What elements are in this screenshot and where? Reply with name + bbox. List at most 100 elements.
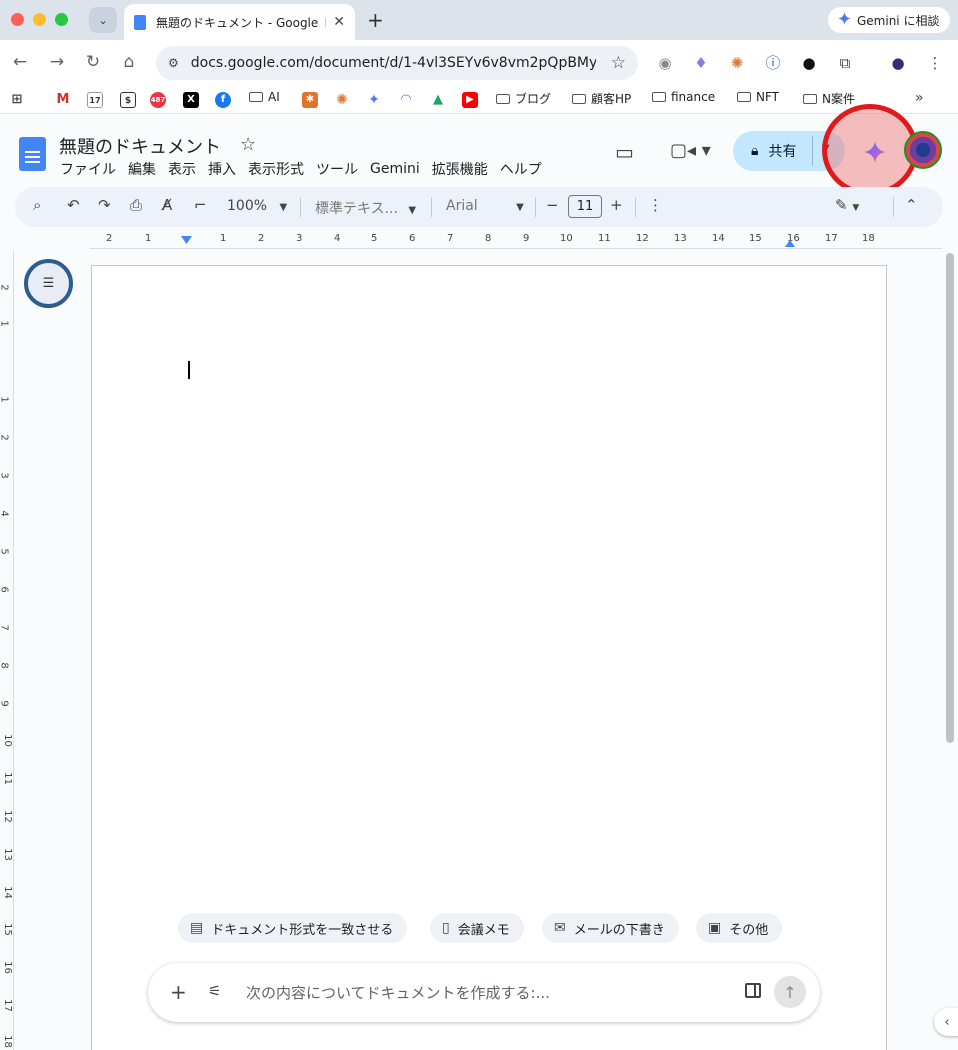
editing-mode-pencil-icon[interactable]: ✎ ▼ xyxy=(835,196,859,214)
font-select[interactable]: Arial ▼ xyxy=(446,198,524,214)
add-icon[interactable]: + xyxy=(170,980,187,1004)
style-select[interactable]: 標準テキス... ▼ xyxy=(315,198,416,218)
extensions-puzzle-icon[interactable]: ⧉ xyxy=(836,54,854,72)
extension-feather-icon[interactable]: ♦ xyxy=(692,54,710,72)
side-panel-icon[interactable] xyxy=(745,983,761,998)
password-manager-icon[interactable]: ⓘ xyxy=(764,54,782,72)
gemini-sidebar-button[interactable] xyxy=(858,135,892,169)
gemini-consult-button[interactable]: Gemini に相談 xyxy=(828,7,950,33)
folder-icon xyxy=(496,94,510,104)
minimize-window-button[interactable] xyxy=(33,13,46,26)
prompt-input[interactable]: 次の内容についてドキュメントを作成する:... xyxy=(246,982,550,1003)
tune-settings-icon[interactable]: ⚟ xyxy=(208,982,221,1000)
bookmark-folder-nft[interactable]: NFT xyxy=(737,90,779,110)
account-avatar[interactable] xyxy=(904,131,942,169)
menu-view[interactable]: 表示 xyxy=(168,159,196,179)
match-format-chip[interactable]: ▤ ドキュメント形式を一致させる xyxy=(178,913,408,943)
undo-icon[interactable]: ↶ xyxy=(67,196,80,214)
text-cursor xyxy=(188,361,190,379)
new-tab-button[interactable]: + xyxy=(367,8,384,32)
tab-search-button[interactable]: ⌄ xyxy=(89,7,117,33)
home-icon[interactable]: ⌂ xyxy=(118,52,140,72)
email-draft-chip[interactable]: ✉ メールの下書き xyxy=(542,913,679,943)
menu-file[interactable]: ファイル xyxy=(60,159,116,179)
close-window-button[interactable] xyxy=(11,13,24,26)
site-info-icon[interactable]: ⚙ xyxy=(168,56,179,70)
more-bookmarks-icon[interactable]: » xyxy=(915,90,924,110)
bookmark-folder-ai[interactable]: AI xyxy=(249,90,280,110)
back-arrow-icon[interactable]: ← xyxy=(9,52,31,72)
bookmark-folder-customer-hp[interactable]: 顧客HP xyxy=(572,90,631,110)
browser-menu-icon[interactable]: ⋮ xyxy=(926,54,944,72)
document-title[interactable]: 無題のドキュメント xyxy=(59,133,221,159)
camera-icon[interactable]: ◉ xyxy=(656,54,674,72)
extension-orange-icon[interactable]: ✱ xyxy=(302,92,318,108)
facebook-icon[interactable]: f xyxy=(215,92,231,108)
star-icon[interactable]: ☆ xyxy=(240,134,256,155)
zoom-select[interactable]: 100% ▼ xyxy=(227,198,287,214)
meet-video-icon[interactable]: ▢◂ ▾ xyxy=(670,140,711,161)
bookmark-folder-blog[interactable]: ブログ xyxy=(496,90,551,110)
side-panel-expand-button[interactable]: ‹ xyxy=(934,1008,958,1036)
menu-gemini[interactable]: Gemini xyxy=(370,161,420,177)
ruler-tick-label: 2 xyxy=(258,233,265,244)
menu-insert[interactable]: 挿入 xyxy=(208,159,236,179)
ruler-tick-label: 4 xyxy=(334,233,341,244)
notification-badge-icon[interactable]: 487 xyxy=(150,92,166,108)
youtube-icon[interactable]: ▶ xyxy=(462,92,478,108)
sunburst-bookmark-icon[interactable]: ✺ xyxy=(334,92,350,108)
menu-edit[interactable]: 編集 xyxy=(128,159,156,179)
meeting-notes-chip[interactable]: ▯ 会議メモ xyxy=(430,913,524,943)
extension-sunburst-icon[interactable]: ✺ xyxy=(728,54,746,72)
vertical-ruler-tick-label: 4 xyxy=(0,510,10,516)
collapse-menus-icon[interactable]: ⌃ xyxy=(905,196,918,214)
menu-tools[interactable]: ツール xyxy=(316,159,358,179)
docs-logo-icon[interactable] xyxy=(19,137,46,171)
gemini-bookmark-icon[interactable]: ✦ xyxy=(366,92,382,108)
more-chip[interactable]: ▣ その他 xyxy=(696,913,783,943)
vertical-scrollbar[interactable] xyxy=(946,253,954,743)
paint-format-icon[interactable]: ⌐ xyxy=(194,196,207,214)
menu-help[interactable]: ヘルプ xyxy=(500,159,542,179)
address-bar[interactable]: ⚙ docs.google.com/document/d/1-4vl3SEYv6… xyxy=(156,46,638,80)
calendar-icon[interactable]: 17 xyxy=(87,92,103,108)
maximize-window-button[interactable] xyxy=(55,13,68,26)
print-icon[interactable]: ⎙ xyxy=(130,196,142,214)
browser-tab-docs[interactable]: 無題のドキュメント - Google ドキュメント ✕ xyxy=(124,4,355,40)
redo-icon[interactable]: ↷ xyxy=(98,196,111,214)
more-options-icon[interactable]: ⋮ xyxy=(648,196,663,214)
comment-icon[interactable]: ▭ xyxy=(615,140,634,164)
document-outline-button[interactable]: ☰ xyxy=(24,259,73,308)
bookmark-star-icon[interactable]: ☆ xyxy=(611,53,626,73)
x-twitter-icon[interactable]: X xyxy=(183,92,199,108)
drive-icon[interactable]: ▲ xyxy=(430,92,446,108)
ruler-tick-label: 5 xyxy=(371,233,378,244)
increase-font-size-button[interactable]: + xyxy=(610,196,623,214)
note-add-icon: ▣ xyxy=(708,920,722,936)
bookmark-folder-finance[interactable]: finance xyxy=(652,90,715,110)
reload-icon[interactable]: ↻ xyxy=(82,52,104,72)
ruler-tick-label: 14 xyxy=(712,233,725,244)
send-button[interactable]: ↑ xyxy=(774,976,806,1008)
profile-avatar-icon[interactable]: ● xyxy=(889,54,907,72)
font-size-input[interactable]: 11 xyxy=(568,195,602,218)
folder-icon xyxy=(572,94,586,104)
bookmark-folder-n-project[interactable]: N案件 xyxy=(803,90,855,110)
decrease-font-size-button[interactable]: − xyxy=(546,196,559,214)
document-icon: ▯ xyxy=(442,920,450,936)
spellcheck-icon[interactable]: A̸ xyxy=(162,196,172,214)
folder-icon xyxy=(737,92,751,102)
extension-cat-icon[interactable]: ● xyxy=(800,54,818,72)
ruler-tick-label: 17 xyxy=(825,233,838,244)
menu-format[interactable]: 表示形式 xyxy=(248,159,304,179)
gmail-icon[interactable]: M xyxy=(55,92,71,108)
ruler-tick-label: 9 xyxy=(523,233,530,244)
sheets-dollar-icon[interactable]: $ xyxy=(120,92,136,108)
apps-grid-icon[interactable]: ⊞ xyxy=(9,92,25,108)
rainbow-bookmark-icon[interactable]: ◠ xyxy=(398,92,414,108)
menu-extensions[interactable]: 拡張機能 xyxy=(432,159,488,179)
vertical-ruler-tick-label: 1 xyxy=(0,396,10,402)
search-menus-icon[interactable]: ⌕ xyxy=(33,196,41,214)
close-icon[interactable]: ✕ xyxy=(333,14,345,30)
forward-arrow-icon[interactable]: → xyxy=(46,52,68,72)
